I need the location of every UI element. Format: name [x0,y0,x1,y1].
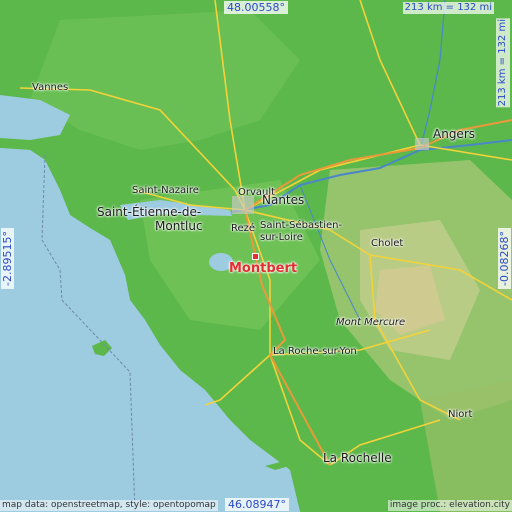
top-latitude-label: 48.00558° [224,1,288,14]
place-label-la-rochelle: La Rochelle [323,451,392,465]
image-credits: image proc.: elevation.city [387,500,512,511]
place-label-saint-sebastien: Saint-Sébastien- [260,220,343,231]
scale-bar-horizontal: 213 km = 132 mi [402,2,494,14]
right-longitude-label: -0.08268° [498,228,511,289]
place-label-angers: Angers [433,127,475,141]
place-label-la-roche-sur-yon: La Roche-sur-Yon [273,346,357,357]
bottom-latitude-label: 46.08947° [225,498,289,511]
place-label-niort: Niort [448,409,473,420]
place-label-cholet: Cholet [371,238,404,249]
place-label-saint-etienne-2: Montluc [155,219,203,233]
scale-bar-vertical: 213 km = 132 mi [496,18,510,108]
place-label-saint-etienne: Saint-Étienne-de- [97,205,202,219]
place-label-saint-nazaire: Saint-Nazaire [132,185,199,196]
location-marker-icon[interactable] [252,253,259,260]
urban-area [232,196,254,214]
place-label-nantes: Nantes [262,193,305,207]
map-credits: map data: openstreetmap, style: opentopo… [0,500,218,511]
target-place-label: Montbert [229,261,298,276]
place-label-reze: Rezé [231,223,256,234]
place-label-saint-sebastien-2: sur-Loire [260,232,303,243]
map-view[interactable]: 48.00558° 213 km = 132 mi 213 km = 132 m… [0,0,512,512]
left-longitude-label: -2.89515° [1,228,14,289]
place-label-mont-mercure: Mont Mercure [336,317,406,328]
place-label-vannes: Vannes [32,82,69,93]
urban-area-2 [415,138,429,150]
